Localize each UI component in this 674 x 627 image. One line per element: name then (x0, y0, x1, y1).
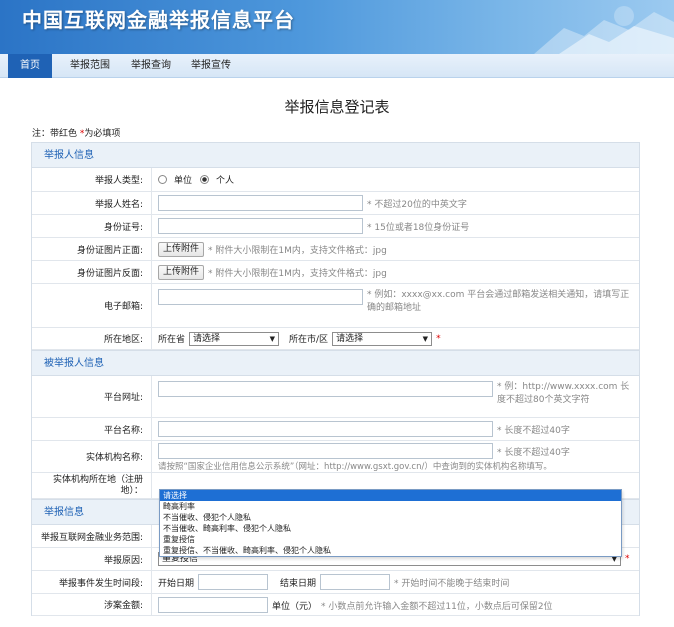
city-label: 所在市/区 (289, 335, 329, 345)
end-date-label: 结束日期 (280, 578, 317, 589)
row-entity-name: 实体机构名称: * 长度不超过40字 请按照“国家企业信用信息公示系统”（网址：… (32, 441, 639, 473)
label-email: 电子邮箱: (32, 284, 152, 327)
id-number-input[interactable] (158, 218, 363, 234)
dropdown-option[interactable]: 不当催收、侵犯个人隐私 (160, 512, 621, 523)
upload-id-front-hint: * 附件大小限制在1M内，支持文件格式：jpg (208, 245, 387, 256)
period-hint: * 开始时间不能晚于结束时间 (394, 578, 510, 589)
row-platform-url: 平台网址: * 例：http://www.xxxx.com 长度不超过80个英文… (32, 376, 639, 418)
amount-hint: * 小数点前允许输入金额不超过11位，小数点后可保留2位 (321, 601, 553, 612)
nav-report-publicity[interactable]: 举报宣传 (184, 54, 238, 78)
row-id-front: 身份证图片正面: 上传附件 * 附件大小限制在1M内，支持文件格式：jpg (32, 238, 639, 261)
label-id-front: 身份证图片正面: (32, 238, 152, 260)
id-number-hint: * 15位或者18位身份证号 (367, 222, 470, 233)
label-id-number: 身份证号: (32, 215, 152, 237)
email-hint: * 例如：xxxx@xx.com 平台会通过邮箱发送相关通知，请填写正确的邮箱地… (367, 290, 630, 313)
radio-individual[interactable] (200, 175, 210, 184)
nav-home[interactable]: 首页 (8, 54, 52, 78)
upload-id-back-button[interactable]: 上传附件 (158, 264, 205, 280)
radio-individual-label: 个人 (216, 176, 235, 186)
entity-name-hint: * 长度不超过40字 (497, 447, 570, 458)
dropdown-option[interactable]: 请选择 (160, 490, 621, 501)
page-title: 举报信息登记表 (284, 98, 390, 116)
platform-name-hint: * 长度不超过40字 (497, 425, 570, 436)
label-region: 所在地区: (32, 328, 152, 349)
row-platform-name: 平台名称: * 长度不超过40字 (32, 418, 639, 441)
end-date-input[interactable] (320, 574, 391, 590)
note-suffix: 为必填项 (84, 129, 121, 139)
business-scope-dropdown: 请选择 畸高利率 不当催收、侵犯个人隐私 不当催收、畸高利率、侵犯个人隐私 重复… (159, 489, 622, 557)
province-label: 所在省 (158, 335, 186, 345)
amount-unit: 单位（元） (272, 601, 318, 612)
row-reporter-name: 举报人姓名: * 不超过20位的中英文字 (32, 192, 639, 215)
row-amount: 涉案金额: 单位（元） * 小数点前允许输入金额不超过11位，小数点后可保留2位 (32, 594, 639, 616)
entity-name-input[interactable] (158, 443, 493, 459)
row-region: 所在地区: 所在省 请选择 ▼ 所在市/区 请选择 ▼ * (32, 328, 639, 350)
upload-id-back-hint: * 附件大小限制在1M内，支持文件格式：jpg (208, 268, 387, 279)
entity-name-note: 请按照“国家企业信用信息公示系统”（网址：http://www.gsxt.gov… (158, 462, 552, 472)
label-amount: 涉案金额: (32, 594, 152, 615)
section-reporter: 举报人信息 (32, 142, 639, 168)
dropdown-option[interactable]: 重复授信、不当催收、畸高利率、侵犯个人隐私 (160, 545, 621, 556)
label-reporter-name: 举报人姓名: (32, 192, 152, 214)
site-banner: 中国互联网金融举报信息平台 (0, 0, 674, 54)
city-select[interactable]: 请选择 ▼ (332, 331, 433, 346)
platform-url-input[interactable] (158, 381, 493, 397)
start-date-label: 开始日期 (158, 578, 195, 589)
radio-unit[interactable] (158, 175, 167, 184)
province-select[interactable]: 请选择 ▼ (189, 331, 280, 346)
province-select-value: 请选择 (193, 333, 221, 344)
label-reporter-type: 举报人类型: (32, 168, 152, 191)
label-report-reason: 举报原因: (32, 548, 152, 570)
radio-unit-label: 单位 (174, 176, 193, 186)
label-platform-name: 平台名称: (32, 418, 152, 440)
main-nav: 首页 举报范围 举报查询 举报宣传 (0, 54, 674, 78)
dropdown-option[interactable]: 不当催收、畸高利率、侵犯个人隐私 (160, 523, 621, 534)
label-event-period: 举报事件发生时间段: (32, 571, 152, 593)
upload-id-front-button[interactable]: 上传附件 (158, 241, 205, 257)
nav-report-scope[interactable]: 举报范围 (62, 54, 118, 78)
region-required-star: * (436, 333, 441, 344)
label-business-scope: 举报互联网金融业务范围: (32, 525, 152, 547)
label-platform-url: 平台网址: (32, 376, 152, 417)
nav-report-query[interactable]: 举报查询 (124, 54, 178, 78)
city-select-value: 请选择 (336, 333, 364, 344)
row-reporter-type: 举报人类型: 单位 个人 (32, 168, 639, 192)
required-note: 注：带红色 *为必填项 (32, 126, 120, 139)
row-id-number: 身份证号: * 15位或者18位身份证号 (32, 215, 639, 238)
skyline-decoration (534, 6, 674, 54)
platform-url-hint: * 例：http://www.xxxx.com 长度不超过80个英文字符 (497, 382, 630, 405)
row-id-back: 身份证图片反面: 上传附件 * 附件大小限制在1M内，支持文件格式：jpg (32, 261, 639, 284)
site-title: 中国互联网金融举报信息平台 (22, 8, 295, 32)
row-event-period: 举报事件发生时间段: 开始日期 结束日期 * 开始时间不能晚于结束时间 (32, 571, 639, 594)
start-date-input[interactable] (198, 574, 269, 590)
dropdown-option[interactable]: 重复授信 (160, 534, 621, 545)
dropdown-option[interactable]: 畸高利率 (160, 501, 621, 512)
label-entity-name: 实体机构名称: (32, 441, 152, 472)
amount-input[interactable] (158, 597, 268, 613)
section-reported: 被举报人信息 (32, 350, 639, 376)
label-entity-address: 实体机构所在地（注册地）： (32, 473, 152, 498)
note-prefix: 注：带红色 (32, 129, 78, 139)
chevron-down-icon: ▼ (422, 334, 429, 343)
reason-required-star: * (625, 554, 630, 564)
email-input[interactable] (158, 289, 363, 305)
reporter-name-input[interactable] (158, 195, 363, 211)
reporter-name-hint: * 不超过20位的中英文字 (367, 199, 467, 210)
row-email: 电子邮箱: * 例如：xxxx@xx.com 平台会通过邮箱发送相关通知，请填写… (32, 284, 639, 328)
platform-name-input[interactable] (158, 421, 493, 437)
label-id-back: 身份证图片反面: (32, 261, 152, 283)
chevron-down-icon: ▼ (269, 334, 276, 343)
